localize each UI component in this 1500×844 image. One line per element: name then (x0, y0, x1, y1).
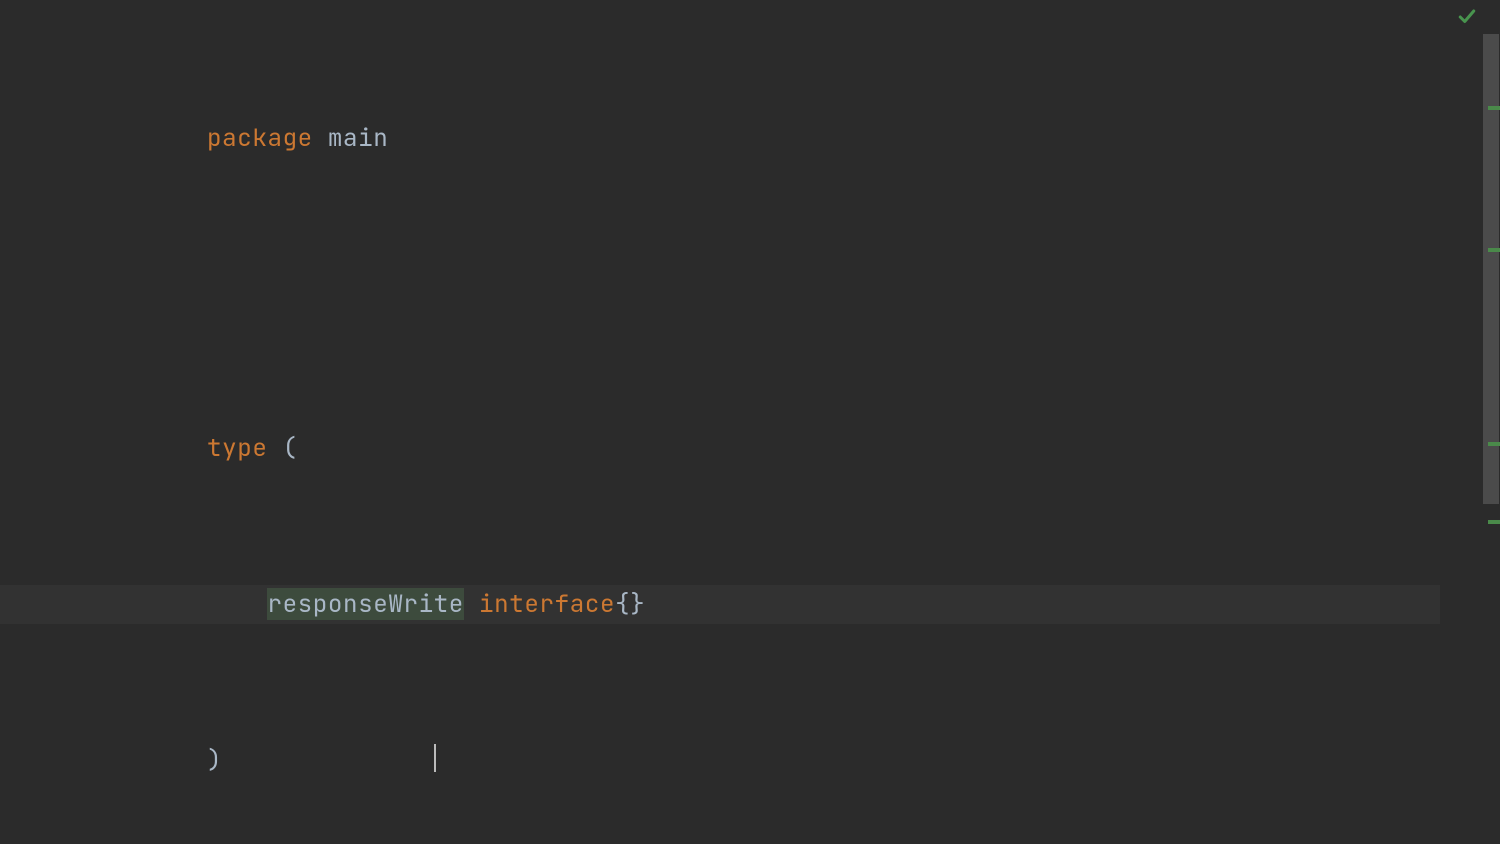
analysis-ok-icon[interactable] (1456, 8, 1474, 22)
keyword-interface: interface (479, 588, 615, 620)
paren-close: ) (207, 744, 222, 776)
package-name: main (328, 122, 388, 154)
vcs-change-marker[interactable] (1488, 520, 1500, 524)
keyword-type: type (207, 432, 267, 464)
editor-scrollbar[interactable] (1482, 0, 1500, 844)
code-line-current[interactable]: responseWrite interface{} (0, 585, 1440, 624)
vcs-change-marker[interactable] (1488, 106, 1500, 110)
scrollbar-thumb[interactable] (1483, 34, 1499, 504)
paren-open: ( (283, 432, 298, 464)
vcs-change-marker[interactable] (1488, 248, 1500, 252)
vcs-change-marker[interactable] (1488, 442, 1500, 446)
code-line-empty[interactable] (207, 274, 1500, 313)
code-line[interactable]: package main (207, 119, 1500, 158)
code-line[interactable]: ) (207, 740, 1500, 779)
code-line[interactable]: type ( (207, 429, 1500, 468)
text-cursor (434, 744, 436, 772)
code-editor[interactable]: package main type ( responseWrite interf… (0, 0, 1500, 844)
braces: {} (615, 588, 645, 620)
ident-responseWrite: responseWrite (267, 588, 463, 620)
keyword-package: package (207, 122, 313, 154)
